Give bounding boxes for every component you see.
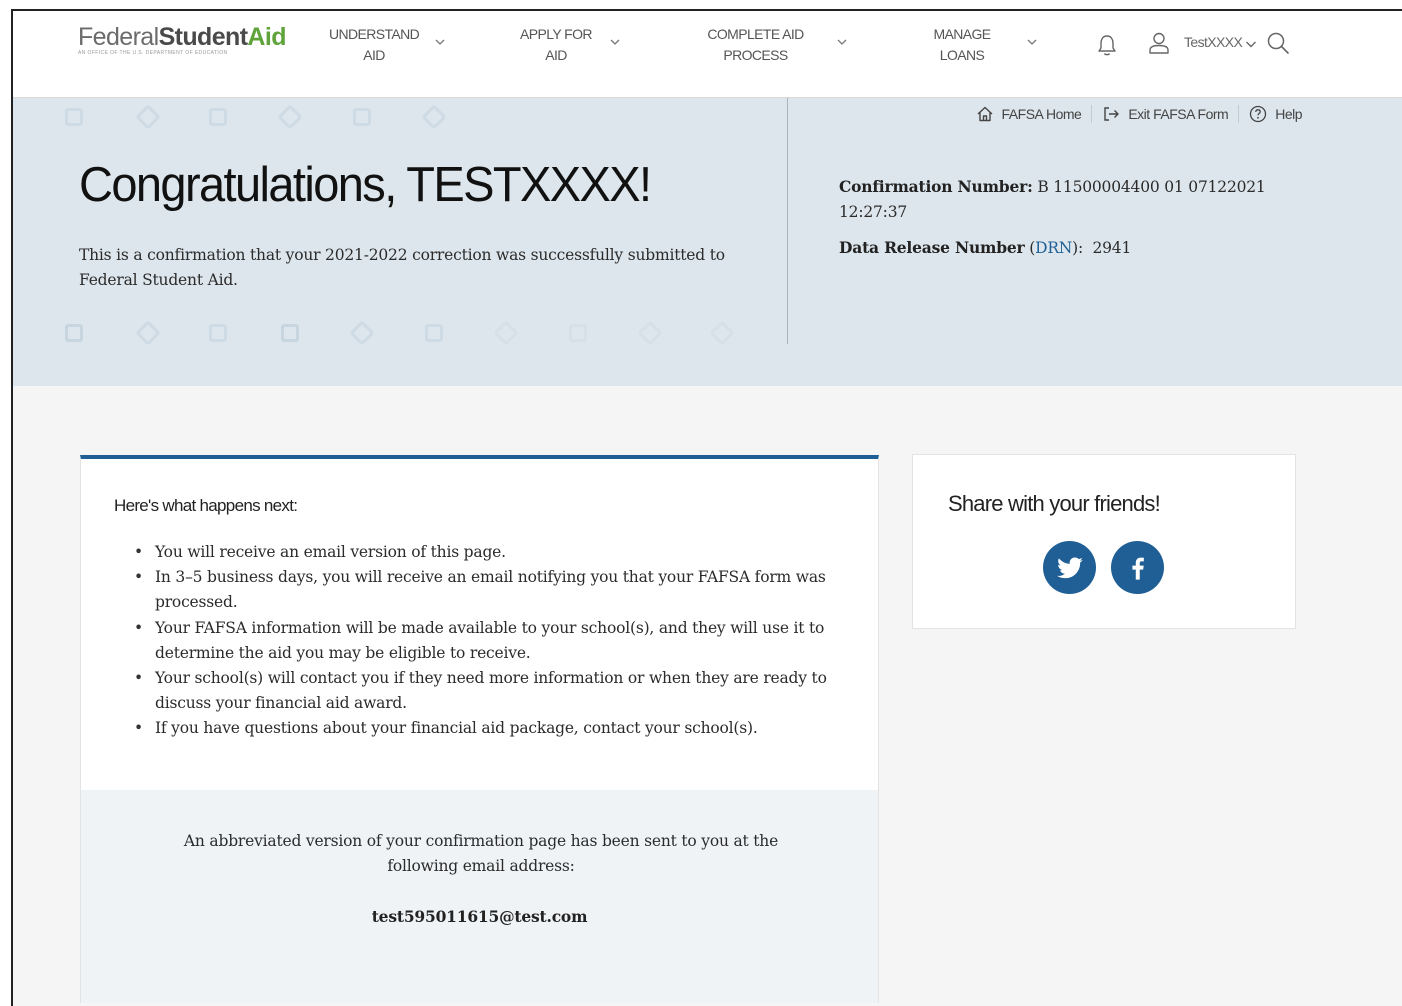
decorative-pattern [709, 320, 735, 346]
username-menu[interactable]: TestXXXX [1184, 34, 1243, 50]
decorative-pattern [349, 320, 375, 346]
list-item: Your FAFSA information will be made avai… [134, 616, 854, 666]
drn-value: 2941 [1092, 239, 1132, 257]
list-item: In 3–5 business days, you will receive a… [134, 565, 854, 615]
decorative-pattern [493, 320, 519, 346]
confirmation-details: Confirmation Number: B 11500004400 01 07… [839, 174, 1309, 261]
user-icon[interactable] [1148, 31, 1170, 55]
fafsa-home-label: FAFSA Home [1001, 106, 1082, 122]
top-navigation: FederalStudentAid An OFFICE of the U.S. … [13, 11, 1402, 98]
chevron-down-icon[interactable] [1245, 38, 1257, 50]
decorative-pattern [281, 324, 299, 342]
email-address: test595011615@test.com [371, 907, 588, 926]
nav-label: MANAGE LOANS [933, 26, 991, 63]
email-note: An abbreviated version of your confirmat… [183, 832, 779, 875]
decorative-pattern [569, 324, 587, 342]
help-icon [1250, 105, 1267, 123]
email-confirmation-panel: An abbreviated version of your confirmat… [81, 790, 878, 1003]
decorative-pattern [637, 320, 663, 346]
exit-icon [1104, 107, 1120, 121]
fafsa-home-link[interactable]: FAFSA Home [966, 105, 1092, 123]
chevron-down-icon [610, 39, 620, 45]
nav-complete-aid-process[interactable]: COMPLETE AID PROCESS [704, 23, 854, 67]
list-item: If you have questions about your financi… [134, 716, 854, 741]
chevron-down-icon [837, 39, 847, 45]
nav-understand-aid[interactable]: UNDERSTAND AID [329, 23, 454, 67]
share-card: Share with your friends! [912, 454, 1296, 629]
twitter-icon [1056, 557, 1083, 578]
decorative-pattern [209, 108, 227, 126]
confirmation-number-row: Confirmation Number: B 11500004400 01 07… [839, 174, 1309, 225]
next-steps-heading: Here's what happens next: [114, 496, 298, 515]
bell-icon[interactable] [1096, 33, 1118, 57]
confirmation-number-label: Confirmation Number: [839, 177, 1033, 196]
help-label: Help [1275, 106, 1302, 122]
decorative-pattern [65, 324, 83, 342]
decorative-pattern [209, 324, 227, 342]
share-heading: Share with your friends! [948, 491, 1161, 516]
decorative-pattern [65, 108, 83, 126]
nav-label: COMPLETE AID PROCESS [707, 26, 804, 63]
exit-fafsa-form-link[interactable]: Exit FAFSA Form [1091, 105, 1238, 123]
search-icon[interactable] [1266, 31, 1290, 55]
decorative-pattern [135, 104, 161, 130]
confirmation-message: This is a confirmation that your 2021-20… [79, 246, 725, 289]
nav-label: APPLY FOR AID [520, 26, 592, 63]
nav-manage-loans[interactable]: MANAGE LOANS [923, 23, 1038, 67]
drn-label: Data Release Number [839, 238, 1025, 257]
decorative-pattern [421, 104, 447, 130]
fafsa-utility-nav: FAFSA Home Exit FAFSA Form Help [966, 102, 1312, 126]
chevron-down-icon [435, 39, 445, 45]
twitter-share-button[interactable] [1043, 541, 1096, 594]
list-item: You will receive an email version of thi… [134, 540, 854, 565]
facebook-share-button[interactable] [1111, 541, 1164, 594]
page-title: Congratulations, TESTXXXX! [79, 155, 652, 212]
chevron-down-icon [1027, 39, 1037, 45]
help-link[interactable]: Help [1238, 105, 1312, 123]
drn-link[interactable]: DRN [1035, 239, 1072, 257]
facebook-icon [1131, 557, 1144, 580]
drn-row: Data Release Number (DRN): 2941 [839, 238, 1132, 257]
decorative-pattern [353, 108, 371, 126]
exit-fafsa-form-label: Exit FAFSA Form [1128, 106, 1229, 122]
nav-apply-for-aid[interactable]: APPLY FOR AID [517, 23, 632, 67]
federal-student-aid-logo[interactable]: FederalStudentAid An OFFICE of the U.S. … [78, 23, 287, 56]
decorative-pattern [425, 324, 443, 342]
list-item: Your school(s) will contact you if they … [134, 666, 854, 716]
page-frame: FederalStudentAid An OFFICE of the U.S. … [11, 9, 1402, 1006]
next-steps-list: You will receive an email version of thi… [134, 540, 854, 742]
hero-divider [787, 98, 788, 344]
decorative-pattern [277, 104, 303, 130]
nav-label: UNDERSTAND AID [329, 26, 420, 63]
confirmation-hero: Congratulations, TESTXXXX! This is a con… [13, 98, 1402, 386]
decorative-pattern [135, 320, 161, 346]
home-icon [977, 106, 993, 122]
next-steps-card: Here's what happens next: You will recei… [80, 455, 879, 1003]
